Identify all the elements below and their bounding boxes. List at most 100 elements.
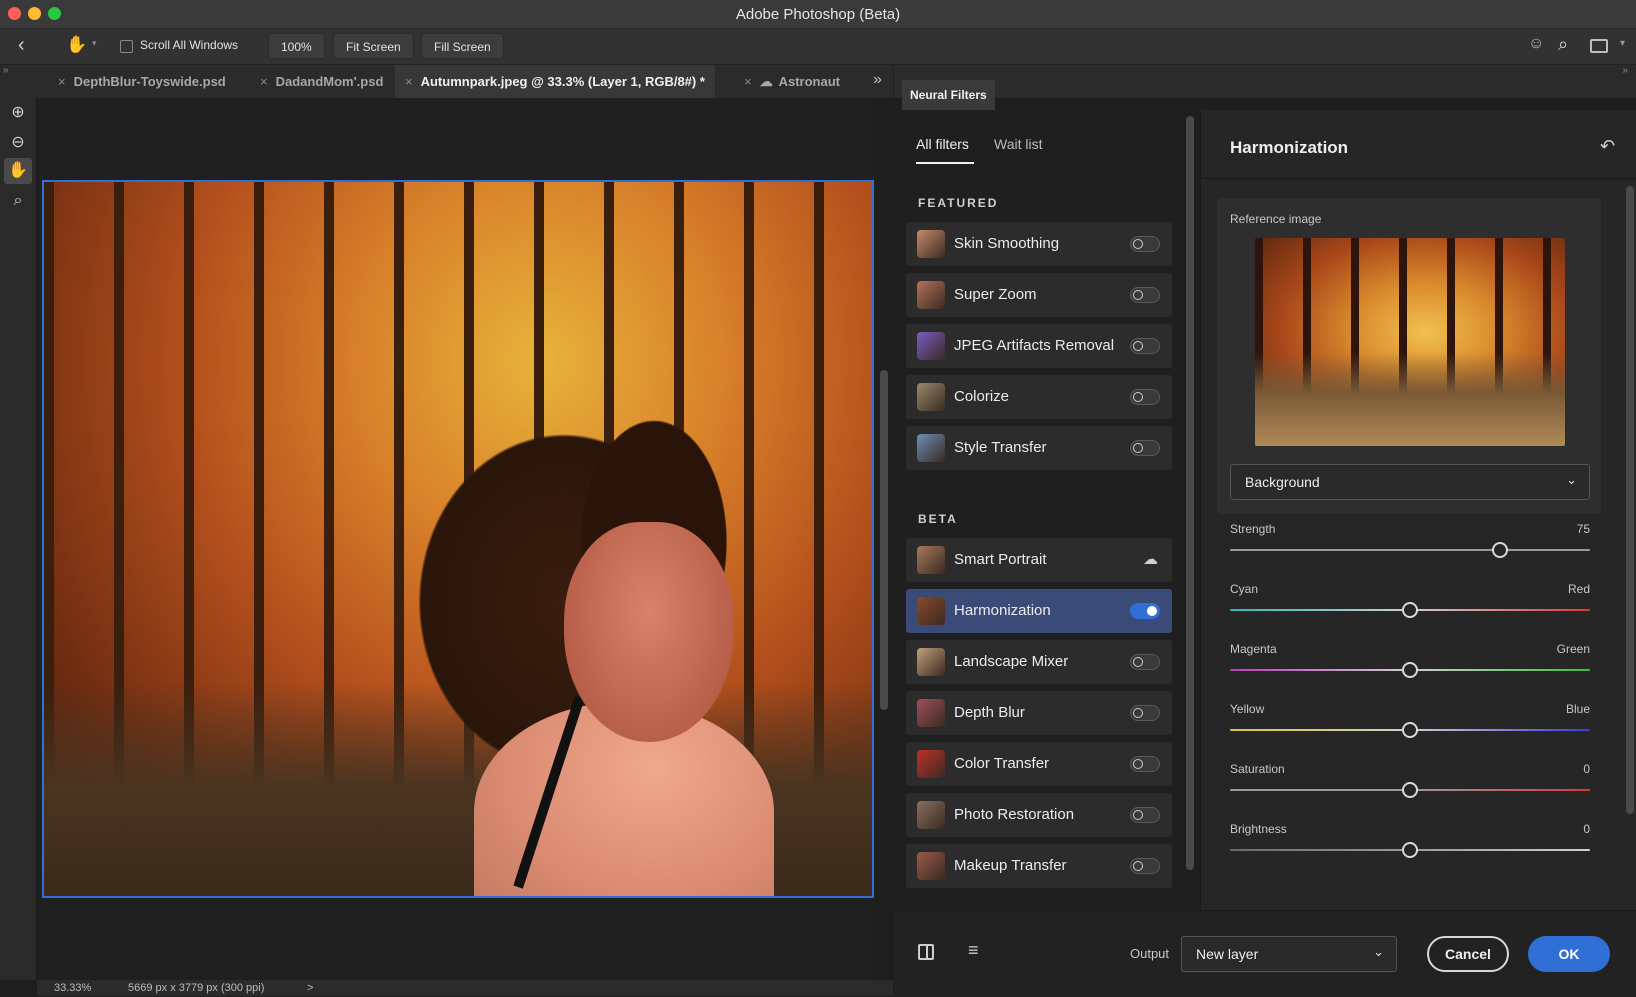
close-tab-icon[interactable]: × [260,74,268,89]
tab-dadandmom[interactable]: × DadandMom'.psd [250,65,393,98]
filter-toggle[interactable] [1130,807,1160,823]
filter-toggle[interactable] [1130,389,1160,405]
tab-depthblur[interactable]: × DepthBlur-Toyswide.psd [48,65,236,98]
canvas-vertical-scrollbar[interactable] [880,370,888,710]
compare-preview-icon[interactable] [918,944,934,960]
workspace-icon[interactable] [1590,39,1608,53]
filter-name: Skin Smoothing [954,235,1060,252]
zoom-tool-icon[interactable]: ⌕ [4,188,32,214]
settings-scrollbar[interactable] [1626,186,1634,814]
slider-end-label: 75 [1576,522,1590,536]
filter-name: Landscape Mixer [954,653,1069,670]
filter-item[interactable]: Super Zoom [906,273,1172,317]
filter-item[interactable]: Smart Portrait ☁ [906,538,1172,582]
output-select[interactable]: New layer ⌄ [1181,936,1397,972]
tab-astronaut[interactable]: × ☁ Astronaut [734,65,850,98]
tab-all-filters[interactable]: All filters [916,136,969,152]
slider-end-label: 0 [1583,762,1590,776]
tab-autumnpark[interactable]: × Autumnpark.jpeg @ 33.3% (Layer 1, RGB/8… [395,65,715,98]
cloud-download-icon[interactable]: ☁ [1143,550,1158,568]
slider-thumb[interactable] [1402,782,1418,798]
filter-item[interactable]: Colorize [906,375,1172,419]
filter-list-scrollbar[interactable] [1186,116,1194,870]
slider-thumb[interactable] [1402,722,1418,738]
cloud-icon: ☁ [759,74,773,89]
tab-label: Astronaut [778,74,840,89]
fill-screen-button[interactable]: Fill Screen [421,33,504,59]
zoom-in-icon[interactable]: ⊕ [4,100,32,126]
chevron-down-icon: ⌄ [1373,944,1384,959]
filter-item[interactable]: Color Transfer [906,742,1172,786]
filter-thumbnail [917,801,945,829]
zoom-100-button[interactable]: 100% [268,33,325,59]
reference-image-thumbnail [1255,238,1565,446]
filter-toggle[interactable] [1130,603,1160,619]
filter-item[interactable]: Harmonization [906,589,1172,633]
filter-toggle[interactable] [1130,287,1160,303]
slider-label: Saturation [1230,762,1285,776]
workspace-chevron-icon[interactable]: ▾ [1620,38,1625,49]
hand-icon[interactable]: ✋ [4,158,32,184]
filter-thumbnail [917,383,945,411]
close-tab-icon[interactable]: × [405,74,413,89]
filter-item[interactable]: Makeup Transfer [906,844,1172,888]
close-tab-icon[interactable]: × [58,74,66,89]
filter-item[interactable]: Depth Blur [906,691,1172,735]
filter-item[interactable]: Photo Restoration [906,793,1172,837]
expand-panels-icon[interactable]: » [3,65,9,76]
filter-toggle[interactable] [1130,338,1160,354]
zoom-out-icon[interactable]: ⊖ [4,130,32,156]
close-tab-icon[interactable]: × [744,74,752,89]
filter-item[interactable]: Skin Smoothing [906,222,1172,266]
filter-name: Makeup Transfer [954,857,1067,874]
panel-divider [1200,178,1636,179]
cancel-button[interactable]: Cancel [1427,936,1509,972]
chevron-down-icon[interactable]: ▾ [92,38,97,49]
slider-thumb[interactable] [1402,662,1418,678]
status-more-arrow[interactable]: > [307,980,313,996]
zoom-readout[interactable]: 33.33% [54,980,91,996]
panel-header: » [894,65,1636,99]
filter-toggle[interactable] [1130,858,1160,874]
layers-icon[interactable]: ≡ [968,940,979,961]
search-icon[interactable]: ⌕ [1558,34,1568,55]
filter-name: Harmonization [954,602,1051,619]
filter-thumbnail [917,281,945,309]
ok-button[interactable]: OK [1528,936,1610,972]
hand-tool-icon[interactable]: ✋ [66,35,87,55]
filter-toggle[interactable] [1130,756,1160,772]
output-label: Output [1130,946,1170,961]
filter-toggle[interactable] [1130,440,1160,456]
slider-label: Strength [1230,522,1276,536]
panel-title[interactable]: Neural Filters [902,80,995,110]
back-icon[interactable]: ‹ [18,34,25,57]
filter-item[interactable]: JPEG Artifacts Removal [906,324,1172,368]
filter-item[interactable]: Landscape Mixer [906,640,1172,684]
filter-toggle[interactable] [1130,236,1160,252]
filter-thumbnail [917,434,945,462]
active-tab-underline [916,162,974,164]
scroll-all-windows-checkbox[interactable] [120,40,133,53]
filter-toggle[interactable] [1130,654,1160,670]
document-image[interactable] [42,180,874,898]
slider-thumb[interactable] [1402,842,1418,858]
subject-face [564,522,734,742]
fit-screen-button[interactable]: Fit Screen [333,33,414,59]
status-bar: 33.33% 5669 px x 3779 px (300 ppi) > [37,980,893,996]
filter-item[interactable]: Style Transfer [906,426,1172,470]
filter-toggle[interactable] [1130,705,1160,721]
reset-icon[interactable]: ↶ [1600,136,1615,157]
collapse-panels-icon[interactable]: » [1622,65,1628,76]
filter-thumbnail [917,750,945,778]
share-user-icon[interactable]: ☺ [1528,35,1544,53]
reference-layer-select[interactable]: Background ⌄ [1230,464,1590,500]
tab-wait-list[interactable]: Wait list [994,136,1042,152]
slider-thumb[interactable] [1492,542,1508,558]
title-bar: Adobe Photoshop (Beta) [0,0,1636,29]
reference-image-label: Reference image [1230,212,1322,226]
slider-thumb[interactable] [1402,602,1418,618]
more-tabs-icon[interactable]: » [873,71,882,89]
slider-track[interactable] [1230,549,1590,551]
filter-name: JPEG Artifacts Removal [954,337,1115,354]
slider-label: Brightness [1230,822,1287,836]
